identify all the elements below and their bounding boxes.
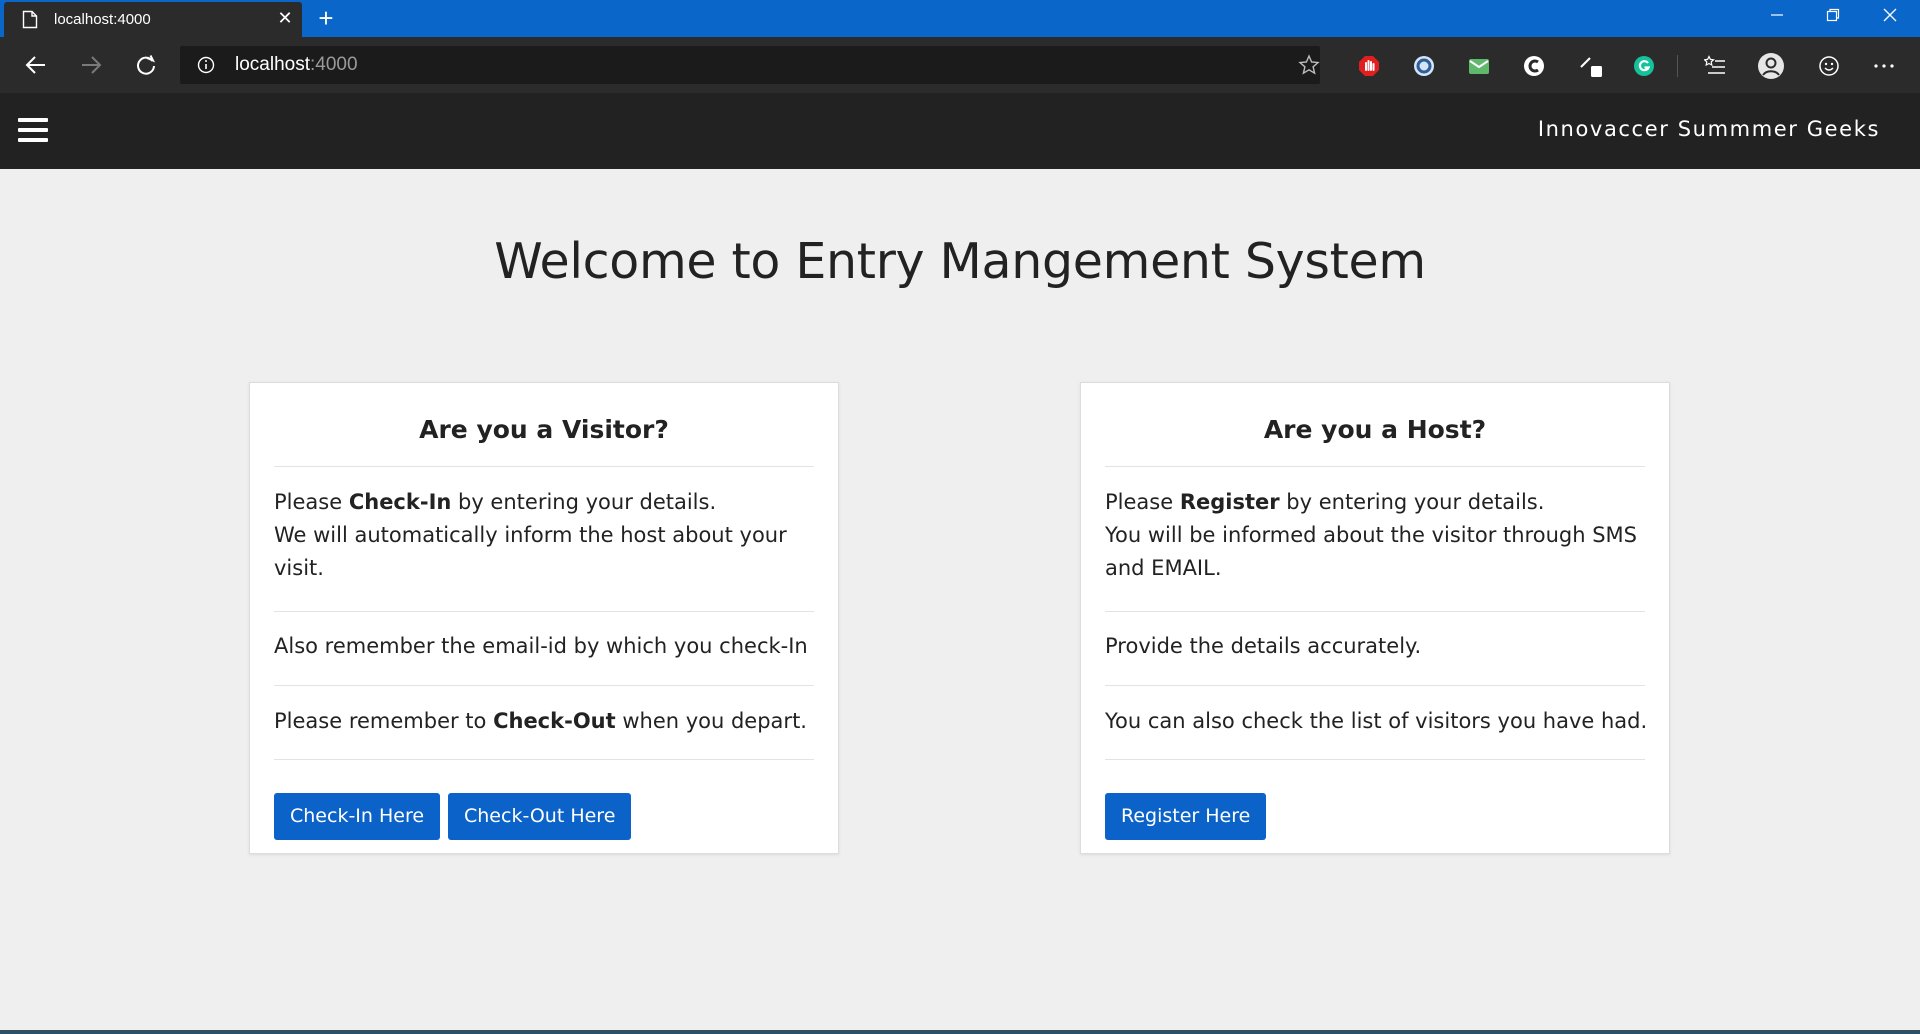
hamburger-menu-icon[interactable] bbox=[18, 118, 48, 142]
register-button[interactable]: Register Here bbox=[1105, 793, 1267, 840]
url-port: :4000 bbox=[310, 54, 358, 75]
host-intro-bold: Register bbox=[1179, 490, 1280, 514]
taskbar-edge bbox=[0, 1030, 1920, 1034]
forward-icon[interactable] bbox=[74, 49, 106, 81]
visitor-note-email: Also remember the email-id by which you … bbox=[274, 634, 808, 658]
more-icon[interactable] bbox=[1873, 55, 1895, 77]
visitor-note2-prefix: Please remember to bbox=[274, 709, 494, 733]
new-tab-icon[interactable]: + bbox=[312, 4, 340, 32]
host-note-visitors: You can also check the list of visitors … bbox=[1105, 709, 1648, 733]
visitor-note2-bold: Check-Out bbox=[493, 709, 616, 733]
url-host: localhost bbox=[235, 54, 310, 75]
tab-close-icon[interactable]: ✕ bbox=[274, 8, 296, 30]
brand-title[interactable]: Innovaccer Summmer Geeks bbox=[1538, 117, 1880, 141]
grammarly-icon[interactable] bbox=[1633, 55, 1655, 77]
host-intro-prefix: Please bbox=[1105, 490, 1180, 514]
visitor-note-checkout: Please remember to Check-Out when you de… bbox=[274, 705, 819, 738]
minimize-icon[interactable] bbox=[1754, 0, 1800, 30]
divider bbox=[1105, 466, 1645, 467]
check-in-button[interactable]: Check-In Here bbox=[274, 793, 441, 840]
host-card: Are you a Host? Please Register by enter… bbox=[1080, 382, 1670, 854]
web-capture-icon[interactable] bbox=[1578, 53, 1604, 79]
divider bbox=[1105, 685, 1645, 686]
browser-toolbar: localhost:4000 bbox=[0, 37, 1920, 93]
main-content: Welcome to Entry Mangement System Are yo… bbox=[0, 169, 1920, 1031]
tab-title: localhost:4000 bbox=[54, 11, 151, 28]
host-intro: Please Register by entering your details… bbox=[1105, 486, 1650, 585]
visitor-intro-bold: Check-In bbox=[348, 490, 452, 514]
extension-icon[interactable] bbox=[1413, 55, 1435, 77]
host-card-title: Are you a Host? bbox=[1263, 415, 1487, 444]
divider bbox=[274, 759, 814, 760]
page-title: Welcome to Entry Mangement System bbox=[494, 233, 1426, 290]
divider bbox=[1105, 611, 1645, 612]
collections-icon[interactable] bbox=[1704, 55, 1726, 77]
info-icon[interactable] bbox=[197, 56, 215, 74]
profile-icon[interactable] bbox=[1757, 52, 1785, 80]
visitor-intro-suffix: by entering your details. bbox=[451, 490, 717, 514]
close-window-icon[interactable] bbox=[1867, 0, 1913, 30]
feedback-icon[interactable] bbox=[1818, 55, 1840, 77]
divider bbox=[274, 611, 814, 612]
host-note-accuracy: Provide the details accurately. bbox=[1105, 634, 1422, 658]
toolbar-divider bbox=[1677, 55, 1678, 77]
back-icon[interactable] bbox=[19, 49, 51, 81]
page-icon bbox=[22, 10, 38, 29]
visitor-intro-line2: We will automatically inform the host ab… bbox=[274, 523, 787, 580]
browser-tab[interactable]: localhost:4000 ✕ bbox=[4, 2, 302, 37]
restore-icon[interactable] bbox=[1810, 0, 1856, 30]
divider bbox=[274, 466, 814, 467]
visitor-card-title: Are you a Visitor? bbox=[419, 415, 669, 444]
divider bbox=[1105, 759, 1645, 760]
favorite-star-icon[interactable] bbox=[1298, 54, 1320, 76]
visitor-intro: Please Check-In by entering your details… bbox=[274, 486, 819, 585]
address-bar[interactable]: localhost:4000 bbox=[180, 46, 1320, 84]
url-text[interactable]: localhost:4000 bbox=[235, 54, 358, 76]
browser-tabstrip: localhost:4000 ✕ + bbox=[0, 0, 1920, 37]
mail-extension-icon[interactable] bbox=[1468, 55, 1490, 77]
app-navbar: Innovaccer Summmer Geeks bbox=[0, 93, 1920, 169]
divider bbox=[274, 685, 814, 686]
refresh-icon[interactable] bbox=[129, 49, 161, 81]
visitor-card: Are you a Visitor? Please Check-In by en… bbox=[249, 382, 839, 854]
adblock-extension-icon[interactable] bbox=[1358, 55, 1380, 77]
check-out-button[interactable]: Check-Out Here bbox=[448, 793, 632, 840]
host-intro-line2: You will be informed about the visitor t… bbox=[1105, 523, 1637, 580]
extension-icon[interactable] bbox=[1523, 55, 1545, 77]
host-intro-suffix: by entering your details. bbox=[1279, 490, 1545, 514]
visitor-intro-prefix: Please bbox=[274, 490, 349, 514]
visitor-note2-suffix: when you depart. bbox=[615, 709, 807, 733]
